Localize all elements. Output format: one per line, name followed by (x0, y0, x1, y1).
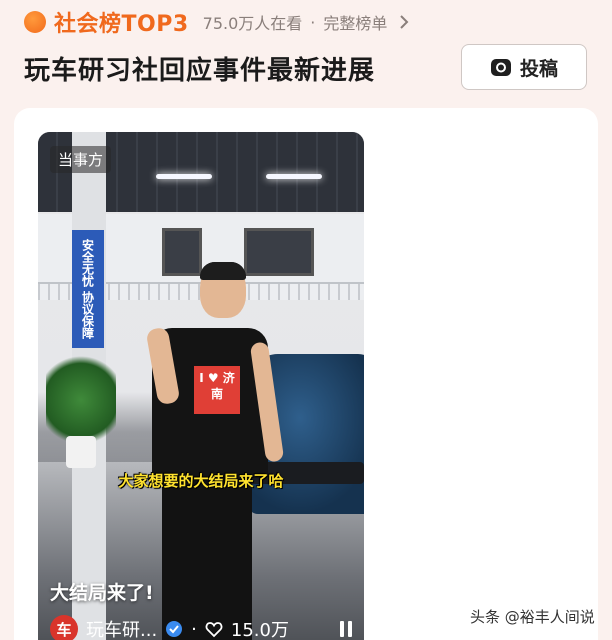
heart-icon[interactable] (205, 620, 223, 638)
separator: · (191, 618, 197, 640)
person-hair (200, 262, 246, 280)
author-name[interactable]: 玩车研... (86, 616, 157, 640)
page-title[interactable]: 玩车研习社回应事件最新进展 (24, 50, 375, 87)
watch-count: 75.0万人在看 (202, 14, 303, 33)
video-info-bar: 车 玩车研... · 15.0万 (50, 614, 354, 640)
plant-pot (66, 436, 96, 468)
verified-icon (166, 621, 183, 637)
submit-button-label: 投稿 (519, 57, 558, 80)
pillar-banner: 安全无忧 协议保障 (72, 230, 104, 348)
separator: · (310, 12, 316, 32)
shirt-print: I ♥ 济南 (194, 366, 240, 414)
ranking-bar[interactable]: 社会榜TOP3 75.0万人在看 · 完整榜单 (24, 8, 411, 37)
video-player[interactable]: 安全无忧 协议保障 I ♥ 济南 当事方 大家想要的大结局来了哈 大结局来了! … (38, 132, 364, 640)
like-count: 15.0万 (230, 620, 289, 640)
camera-icon (490, 59, 511, 76)
video-caption: 大结局来了! (50, 582, 154, 604)
plant (46, 350, 116, 450)
full-list-link[interactable]: 完整榜单 (323, 10, 387, 34)
watermark: 头条 @裕丰人间说 (470, 608, 595, 626)
submit-button[interactable]: 投稿 (461, 44, 587, 90)
avatar[interactable]: 车 (50, 615, 78, 640)
rank-title: 社会榜TOP3 (54, 12, 189, 37)
video-subtitle: 大家想要的大结局来了哈 (118, 472, 284, 490)
chevron-right-icon[interactable] (397, 15, 411, 29)
ceiling-light (266, 174, 322, 179)
ceiling-light (156, 174, 212, 179)
flame-icon (24, 11, 46, 33)
party-tag: 当事方 (50, 146, 112, 173)
pause-icon[interactable] (338, 620, 354, 638)
window (244, 228, 314, 276)
window (162, 228, 202, 276)
